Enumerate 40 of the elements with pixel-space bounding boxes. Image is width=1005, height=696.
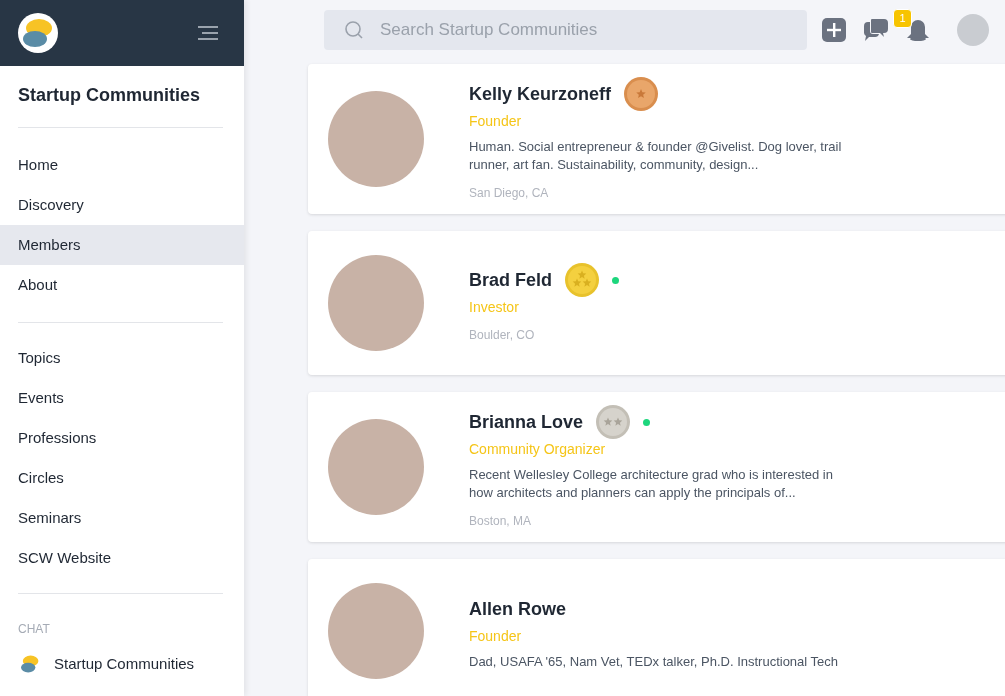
add-icon[interactable] — [822, 18, 846, 42]
member-role: Community Organizer — [469, 440, 607, 458]
nav-item[interactable]: Members — [0, 225, 244, 265]
search-icon — [344, 20, 364, 40]
member-card[interactable]: Brianna Love Community Organizer Recent Wellesley College architecture grad who is interested in how architects and planners can apply the principals of... Boston, MA — [308, 392, 1005, 542]
nav-item[interactable]: Events — [0, 378, 244, 418]
nav-item[interactable]: SCW Website — [0, 538, 244, 578]
nav-item[interactable]: Seminars — [0, 498, 244, 538]
member-location: Boston, MA — [469, 513, 533, 530]
search-field[interactable]: Search Startup Communities — [324, 10, 807, 50]
member-bio: Dad, USAFA '65, Nam Vet, TEDx talker, Ph.D. Instructional Tech — [469, 653, 840, 671]
nav-item[interactable]: Topics — [0, 338, 244, 378]
nav-item[interactable]: Circles — [0, 458, 244, 498]
chat-label: Startup Communities — [54, 653, 195, 674]
nav-item[interactable]: Discovery — [0, 185, 244, 225]
member-name[interactable]: Kelly Keurzoneff — [469, 80, 612, 108]
member-role: Investor — [469, 298, 520, 316]
member-bio: Recent Wellesley College architecture grad who is interested in how architects and planners can apply the principals of... — [469, 466, 834, 502]
notification-count: 1 — [893, 9, 912, 28]
community-title: Startup Communities — [18, 84, 201, 107]
member-role: Founder — [469, 112, 523, 130]
nav-item[interactable]: Professions — [0, 418, 244, 458]
logo-icon — [18, 13, 58, 53]
member-name[interactable]: Brianna Love — [469, 408, 584, 436]
nav-item[interactable]: About — [0, 265, 244, 305]
nav-item[interactable]: Home — [0, 145, 244, 185]
member-card[interactable]: Allen Rowe Founder Dad, USAFA '65, Nam Vet, TEDx talker, Ph.D. Instructional Tech — [308, 559, 1005, 696]
member-role: Founder — [469, 627, 523, 645]
member-bio: Human. Social entrepreneur & founder @Givelist. Dog lover, trail runner, art fan. Sustainability, community, design... — [469, 138, 843, 174]
member-name[interactable]: Brad Feld — [469, 266, 552, 294]
menu-icon[interactable] — [198, 25, 218, 41]
member-card[interactable]: Brad Feld Investor Boulder, CO — [308, 231, 1005, 375]
member-location: San Diego, CA — [469, 185, 550, 202]
bell-icon[interactable] — [906, 17, 930, 43]
chat-heading: CHAT — [17, 621, 51, 638]
member-name[interactable]: Allen Rowe — [469, 595, 566, 623]
member-card[interactable]: Kelly Keurzoneff Founder Human. Social entrepreneur & founder @Givelist. Dog lover, trail runner, art fan. Sustainability, community, design... San Diego, CA — [308, 64, 1005, 214]
chat-item[interactable]: Startup Communities — [0, 638, 244, 676]
member-location: Boulder, CO — [469, 327, 536, 344]
chat-icon[interactable] — [863, 17, 889, 43]
